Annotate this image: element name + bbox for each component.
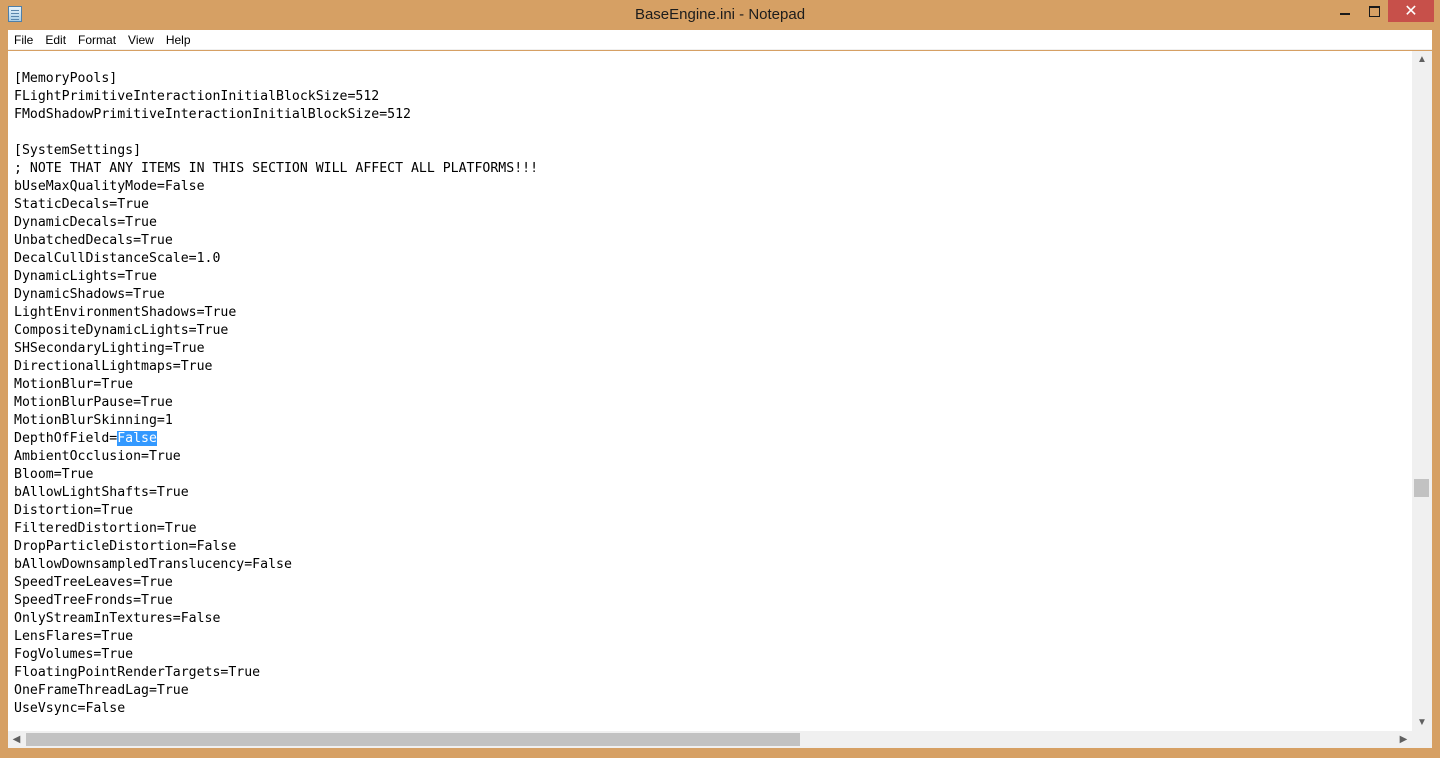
text-line <box>14 52 538 70</box>
text-line: DynamicDecals=True <box>14 215 157 230</box>
text-line: FogVolumes=True <box>14 647 134 662</box>
menu-edit[interactable]: Edit <box>39 30 72 50</box>
scroll-up-arrow[interactable]: ▲ <box>1412 51 1432 68</box>
text-line: FLightPrimitiveInteractionInitialBlockSi… <box>14 89 380 104</box>
text-line: bUseMaxQualityMode=False <box>14 179 205 194</box>
text-line: Bloom=True <box>14 467 94 482</box>
close-button[interactable]: ✕ <box>1388 0 1434 22</box>
text-line: FModShadowPrimitiveInteractionInitialBlo… <box>14 107 411 122</box>
scroll-left-arrow[interactable]: ◀ <box>8 731 25 748</box>
menu-format[interactable]: Format <box>72 30 122 50</box>
scrollbar-corner <box>1412 731 1432 748</box>
text-line: DynamicLights=True <box>14 269 157 284</box>
selected-text[interactable]: False <box>117 431 157 446</box>
text-line <box>14 124 538 142</box>
text-line: bAllowLightShafts=True <box>14 485 189 500</box>
menu-view[interactable]: View <box>122 30 160 50</box>
text-line: OnlyStreamInTextures=False <box>14 611 221 626</box>
text-line: DynamicShadows=True <box>14 287 165 302</box>
editor-text[interactable]: [MemoryPools] FLightPrimitiveInteractionI… <box>14 52 538 718</box>
text-line: AmbientOcclusion=True <box>14 449 181 464</box>
text-line: MotionBlur=True <box>14 377 134 392</box>
text-line: CompositeDynamicLights=True <box>14 323 229 338</box>
text-line: [MemoryPools] <box>14 71 118 86</box>
text-line: FilteredDistortion=True <box>14 521 197 536</box>
text-line: UnbatchedDecals=True <box>14 233 173 248</box>
text-line: DirectionalLightmaps=True <box>14 359 213 374</box>
text-line: Distortion=True <box>14 503 134 518</box>
text-editor[interactable]: [MemoryPools] FLightPrimitiveInteractionI… <box>8 51 1432 731</box>
text-line: SHSecondaryLighting=True <box>14 341 205 356</box>
text-line: FloatingPointRenderTargets=True <box>14 665 261 680</box>
text-line: LightEnvironmentShadows=True <box>14 305 237 320</box>
horizontal-scroll-thumb[interactable] <box>26 733 800 746</box>
text-line: [SystemSettings] <box>14 143 142 158</box>
title-bar[interactable]: BaseEngine.ini - Notepad ✕ <box>0 0 1440 30</box>
text-line: DropParticleDistortion=False <box>14 539 237 554</box>
text-line: OneFrameThreadLag=True <box>14 683 189 698</box>
menu-file[interactable]: File <box>8 30 39 50</box>
menu-help[interactable]: Help <box>160 30 197 50</box>
vertical-scroll-thumb[interactable] <box>1414 479 1429 497</box>
text-line: MotionBlurPause=True <box>14 395 173 410</box>
close-icon: ✕ <box>1404 3 1418 20</box>
notepad-window: BaseEngine.ini - Notepad ✕ File Edit For… <box>0 0 1440 758</box>
scroll-right-arrow[interactable]: ▶ <box>1395 731 1412 748</box>
maximize-button[interactable] <box>1360 0 1388 22</box>
text-line: DepthOfField=False <box>14 431 157 446</box>
scroll-down-arrow[interactable]: ▼ <box>1412 714 1432 731</box>
horizontal-scrollbar[interactable]: ◀ ▶ <box>8 731 1412 748</box>
text-line: SpeedTreeFronds=True <box>14 593 173 608</box>
maximize-icon <box>1368 5 1380 17</box>
minimize-icon <box>1340 13 1350 15</box>
menu-bar: File Edit Format View Help <box>8 30 1432 50</box>
text-line: DecalCullDistanceScale=1.0 <box>14 251 221 266</box>
minimize-button[interactable] <box>1330 0 1360 22</box>
text-line: SpeedTreeLeaves=True <box>14 575 173 590</box>
text-line: MotionBlurSkinning=1 <box>14 413 173 428</box>
vertical-scrollbar[interactable]: ▲ ▼ <box>1412 51 1432 731</box>
window-title: BaseEngine.ini - Notepad <box>634 6 806 23</box>
text-line: StaticDecals=True <box>14 197 149 212</box>
text-line: LensFlares=True <box>14 629 134 644</box>
text-line: ; NOTE THAT ANY ITEMS IN THIS SECTION WI… <box>14 161 539 176</box>
text-line: UseVsync=False <box>14 701 126 716</box>
text-line: bAllowDownsampledTranslucency=False <box>14 557 292 572</box>
